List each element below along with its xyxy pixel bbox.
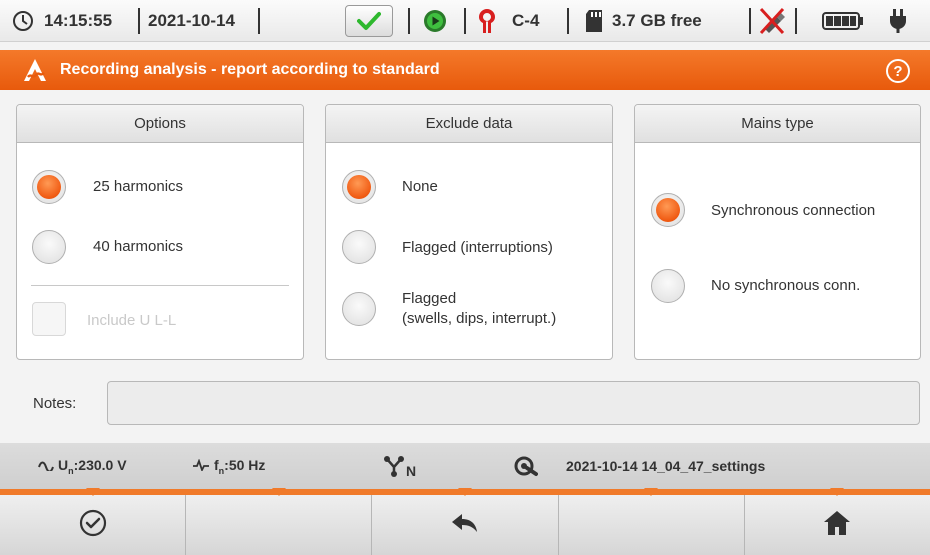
- status-separator: [258, 8, 260, 34]
- mains-type-header: Mains type: [635, 105, 920, 143]
- help-icon[interactable]: ?: [886, 59, 910, 83]
- clamp-icon: [476, 0, 498, 42]
- label-40-harmonics: 40 harmonics: [93, 238, 184, 255]
- status-separator: [408, 8, 410, 34]
- button-notch: [644, 488, 659, 496]
- confirm-button[interactable]: [0, 488, 187, 555]
- radio-25-harmonics[interactable]: [32, 170, 66, 204]
- record-play-icon[interactable]: [423, 0, 447, 42]
- app-logo-icon: [22, 57, 48, 88]
- notes-label: Notes:: [33, 395, 77, 412]
- label-exclude-swells-dips-line2: (swells, dips, interrupt.): [402, 310, 557, 327]
- button-notch: [271, 488, 286, 496]
- label-exclude-interruptions: Flagged (interruptions): [402, 239, 553, 256]
- status-separator: [567, 8, 569, 34]
- label-exclude-none: None: [402, 178, 438, 195]
- radio-synchronous[interactable]: [651, 193, 685, 227]
- radio-no-synchronous[interactable]: [651, 269, 685, 303]
- mains-type-panel: Mains type Synchronous connection No syn…: [634, 104, 921, 360]
- button-notch: [830, 488, 845, 496]
- status-separator: [138, 8, 140, 34]
- label-exclude-swells-dips: Flagged (swells, dips, interrupt.): [402, 289, 556, 329]
- label-25-harmonics: 25 harmonics: [93, 178, 184, 195]
- status-separator: [464, 8, 466, 34]
- radio-exclude-swells-dips[interactable]: [342, 292, 376, 326]
- network-type-label: N: [406, 463, 417, 479]
- usb-disconnected-icon: [757, 0, 787, 42]
- radio-exclude-none[interactable]: [342, 170, 376, 204]
- status-bar: 14:15:55 2021-10-14 C-4 3.7 GB free: [0, 0, 930, 42]
- clamp-label: C-4: [512, 11, 540, 30]
- status-date: 2021-10-14: [148, 11, 235, 30]
- battery-icon: [822, 0, 864, 42]
- options-header: Options: [17, 105, 303, 143]
- empty-function-button[interactable]: [186, 488, 373, 555]
- settings-file-name: 2021-10-14 14_04_47_settings: [566, 458, 766, 474]
- clock-icon: [12, 0, 34, 42]
- options-divider: [31, 285, 289, 286]
- radio-exclude-interruptions[interactable]: [342, 230, 376, 264]
- storage-free: 3.7 GB free: [612, 11, 702, 30]
- nominal-frequency: fn:50 Hz: [192, 443, 265, 489]
- label-synchronous: Synchronous connection: [711, 202, 876, 219]
- label-no-synchronous: No synchronous conn.: [711, 277, 861, 294]
- sine-wave-icon: [38, 458, 54, 474]
- voltage-label: Un:230.0 V: [58, 456, 127, 476]
- notes-input[interactable]: [107, 381, 920, 425]
- exclude-data-header: Exclude data: [326, 105, 612, 143]
- frequency-icon: [192, 458, 210, 474]
- radio-40-harmonics[interactable]: [32, 230, 66, 264]
- home-icon: [823, 510, 851, 541]
- check-icon[interactable]: [345, 5, 393, 37]
- settings-icon: [514, 443, 538, 489]
- include-ull-label: Include U L-L: [87, 312, 177, 329]
- options-panel: Options 25 harmonics 40 harmonics Includ…: [16, 104, 304, 360]
- function-button-bar: [0, 488, 930, 555]
- back-button[interactable]: [372, 488, 559, 555]
- frequency-label: fn:50 Hz: [214, 456, 266, 476]
- home-button[interactable]: [744, 488, 930, 555]
- status-separator: [795, 8, 797, 34]
- button-notch: [458, 488, 472, 496]
- include-ull-checkbox[interactable]: [32, 302, 66, 336]
- info-bar: Un:230.0 V fn:50 Hz N 2021-10-14 14_04_4…: [0, 443, 930, 489]
- back-arrow-icon: [450, 512, 480, 539]
- empty-function-button[interactable]: [558, 488, 745, 555]
- page-title: Recording analysis - report according to…: [60, 61, 440, 78]
- label-exclude-swells-dips-line1: Flagged: [402, 290, 457, 307]
- button-notch: [85, 488, 100, 496]
- exclude-data-panel: Exclude data None Flagged (interruptions…: [325, 104, 613, 360]
- network-type-icon: N: [383, 443, 416, 489]
- power-plug-icon: [888, 0, 908, 42]
- status-separator: [749, 8, 751, 34]
- title-bar: Recording analysis - report according to…: [0, 50, 930, 90]
- sd-card-icon: [585, 0, 603, 42]
- status-time: 14:15:55: [44, 11, 113, 30]
- nominal-voltage: Un:230.0 V: [38, 443, 127, 489]
- check-circle-icon: [78, 508, 108, 543]
